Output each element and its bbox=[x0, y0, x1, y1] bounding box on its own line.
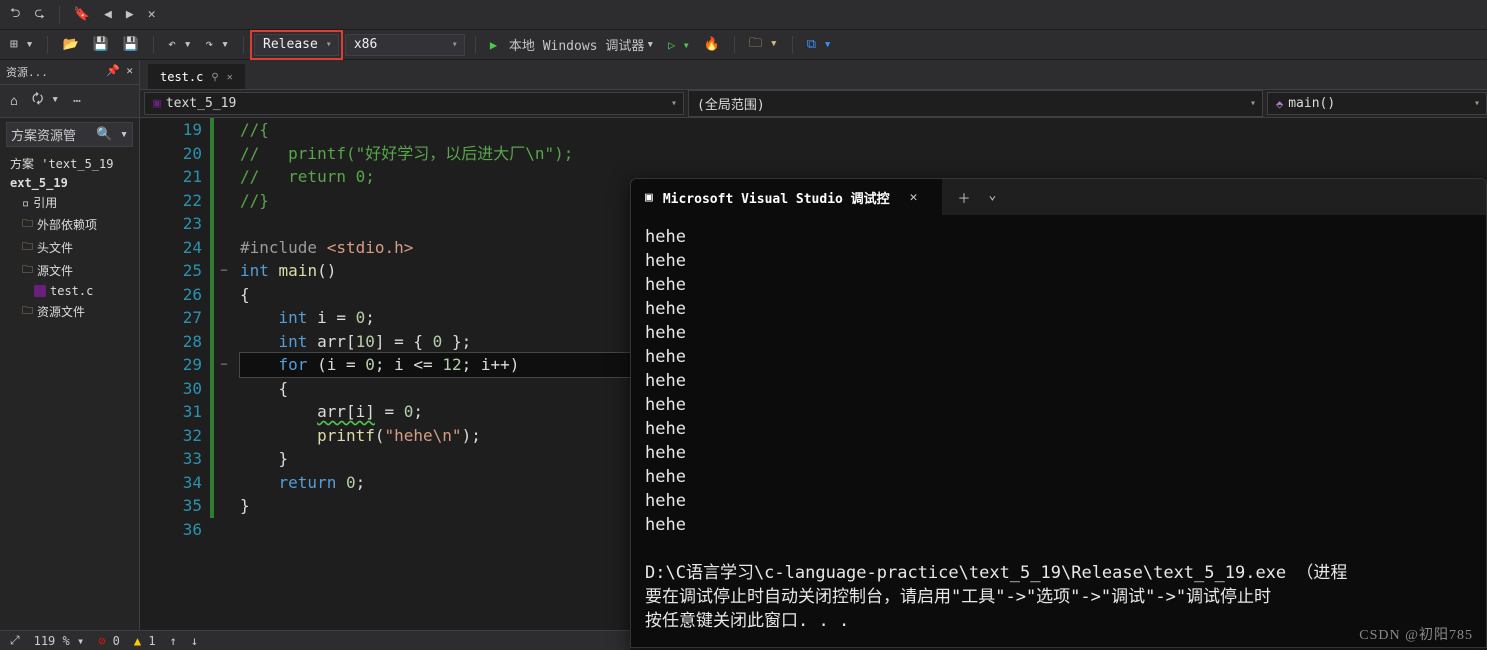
fold-gutter[interactable]: −− bbox=[214, 118, 234, 650]
nav-fwd-icon[interactable]: ⮎ bbox=[30, 2, 48, 28]
new-tab-icon[interactable]: ＋ bbox=[958, 188, 971, 207]
refresh-icon[interactable]: 🗘 ▾ bbox=[28, 88, 63, 114]
start-debug-button[interactable]: ▶ 本地 Windows 调试器 ▾ bbox=[486, 33, 658, 56]
undo-icon[interactable]: ↶ ▾ bbox=[164, 35, 195, 54]
config-dropdown[interactable]: Release bbox=[254, 34, 339, 56]
console-title: Microsoft Visual Studio 调试控 bbox=[663, 188, 890, 207]
tab-bar: test.c ⚲ ✕ bbox=[140, 60, 1487, 90]
console-titlebar[interactable]: ▣ Microsoft Visual Studio 调试控 ✕ ＋ ⌄ bbox=[631, 179, 1486, 215]
tab-test-c[interactable]: test.c ⚲ ✕ bbox=[148, 64, 245, 89]
refs-node[interactable]: ▫ 引用 bbox=[0, 192, 139, 213]
close-icon[interactable]: ✕ bbox=[227, 72, 233, 83]
folder-icon[interactable]: 🗀 ▾ bbox=[745, 32, 782, 58]
zoom-level[interactable]: 119 % ▾ bbox=[34, 634, 85, 648]
status-bar: ⤢ 119 % ▾ ⊘ 0 ▲ 1 ↑ ↓ bbox=[0, 630, 630, 650]
start-nodebug-button[interactable]: ▷ ▾ bbox=[664, 36, 694, 54]
terminal-icon: ▣ bbox=[645, 190, 653, 205]
tab-label: test.c bbox=[160, 70, 203, 84]
warning-count[interactable]: ▲ 1 bbox=[134, 634, 156, 648]
nav-file-scope[interactable]: ▣text_5_19 bbox=[144, 92, 684, 115]
nav-up-icon[interactable]: ↑ bbox=[170, 634, 177, 648]
function-icon: ⬘ bbox=[1276, 97, 1283, 111]
console-actions: ＋ ⌄ bbox=[942, 188, 1013, 207]
console-output[interactable]: hehe hehe hehe hehe hehe hehe hehe hehe … bbox=[631, 215, 1486, 647]
headers-node[interactable]: 🗀 头文件 bbox=[0, 236, 139, 259]
bookmark-clear-icon[interactable]: ✕ bbox=[144, 5, 160, 24]
line-numbers: 192021222324252627282930313233343536 bbox=[140, 118, 210, 650]
sources-node[interactable]: 🗀 源文件 bbox=[0, 259, 139, 282]
solution-node[interactable]: 方案 'text_5_19 bbox=[0, 153, 139, 174]
solution-search[interactable]: 方案资源管 🔍 ▾ bbox=[6, 122, 133, 147]
project-icon: ▣ bbox=[153, 96, 161, 111]
window-layout-icon[interactable]: ⧉ ▾ bbox=[803, 35, 836, 54]
search-icon: 🔍 ▾ bbox=[96, 127, 128, 142]
tab-menu-icon[interactable]: ⌄ bbox=[989, 188, 997, 207]
debug-console[interactable]: ▣ Microsoft Visual Studio 调试控 ✕ ＋ ⌄ hehe… bbox=[630, 178, 1487, 648]
project-node[interactable]: ext_5_19 bbox=[0, 174, 139, 192]
play-icon: ▶ bbox=[490, 38, 497, 52]
resources-node[interactable]: 🗀 资源文件 bbox=[0, 300, 139, 323]
open-icon[interactable]: 📂 bbox=[58, 35, 82, 54]
folder-icon: 🗀 bbox=[22, 302, 33, 321]
folder-icon: 🗀 bbox=[22, 238, 33, 257]
pin-icon[interactable]: ⚲ bbox=[211, 72, 218, 83]
home-icon[interactable]: ⌂ bbox=[6, 92, 22, 111]
folder-icon: 🗀 bbox=[22, 261, 33, 280]
more-icon[interactable]: ⋯ bbox=[69, 92, 85, 111]
error-count[interactable]: ⊘ 0 bbox=[98, 634, 120, 648]
panel-mini-toolbar: ⌂ 🗘 ▾ ⋯ bbox=[0, 85, 139, 118]
nav-back-icon[interactable]: ⮌ bbox=[6, 2, 24, 28]
solution-explorer: 资源... 📌 ✕ ⌂ 🗘 ▾ ⋯ 方案资源管 🔍 ▾ 方案 'text_5_1… bbox=[0, 60, 140, 650]
pin-icon[interactable]: 📌 ✕ bbox=[106, 64, 133, 80]
platform-label: x86 bbox=[354, 37, 377, 52]
panel-title: 资源... bbox=[6, 64, 48, 80]
toolbar-row-2: ⊞ ▾ 📂 💾 💾 ↶ ▾ ↷ ▾ Release x86 ▶ 本地 Windo… bbox=[0, 30, 1487, 60]
hot-reload-icon[interactable]: 🔥 bbox=[700, 35, 724, 54]
search-placeholder: 方案资源管 bbox=[11, 125, 76, 144]
save-icon[interactable]: 💾 bbox=[89, 35, 113, 54]
console-tab[interactable]: ▣ Microsoft Visual Studio 调试控 ✕ bbox=[631, 179, 942, 215]
new-item-icon[interactable]: ⊞ ▾ bbox=[6, 35, 37, 54]
nav-global-scope[interactable]: (全局范围) bbox=[688, 90, 1263, 117]
toolbar-row-1: ⮌ ⮎ 🔖 ◀ ▶ ✕ bbox=[0, 0, 1487, 30]
solution-tree: 方案 'text_5_19 ext_5_19 ▫ 引用 🗀 外部依赖项 🗀 头文… bbox=[0, 151, 139, 325]
bookmark-icon[interactable]: 🔖 bbox=[70, 5, 94, 24]
panel-header[interactable]: 资源... 📌 ✕ bbox=[0, 60, 139, 85]
config-label: Release bbox=[263, 37, 318, 52]
expand-icon[interactable]: ⤢ bbox=[10, 633, 20, 648]
folder-icon: 🗀 bbox=[22, 215, 33, 234]
platform-dropdown[interactable]: x86 bbox=[345, 34, 465, 56]
nav-down-icon[interactable]: ↓ bbox=[191, 634, 198, 648]
extdeps-node[interactable]: 🗀 外部依赖项 bbox=[0, 213, 139, 236]
redo-icon[interactable]: ↷ ▾ bbox=[202, 35, 233, 54]
cfile-icon bbox=[34, 285, 46, 297]
tab-close-icon[interactable]: ✕ bbox=[900, 190, 928, 205]
nav-bar: ▣text_5_19 (全局范围) ⬘main() bbox=[140, 90, 1487, 118]
source-file-node[interactable]: test.c bbox=[0, 282, 139, 300]
bookmark-prev-icon[interactable]: ◀ bbox=[100, 5, 116, 24]
debug-label: 本地 Windows 调试器 bbox=[509, 35, 644, 54]
nav-func-scope[interactable]: ⬘main() bbox=[1267, 92, 1487, 115]
watermark: CSDN @初阳785 bbox=[1359, 624, 1473, 644]
bookmark-next-icon[interactable]: ▶ bbox=[122, 5, 138, 24]
save-all-icon[interactable]: 💾 bbox=[119, 35, 143, 54]
